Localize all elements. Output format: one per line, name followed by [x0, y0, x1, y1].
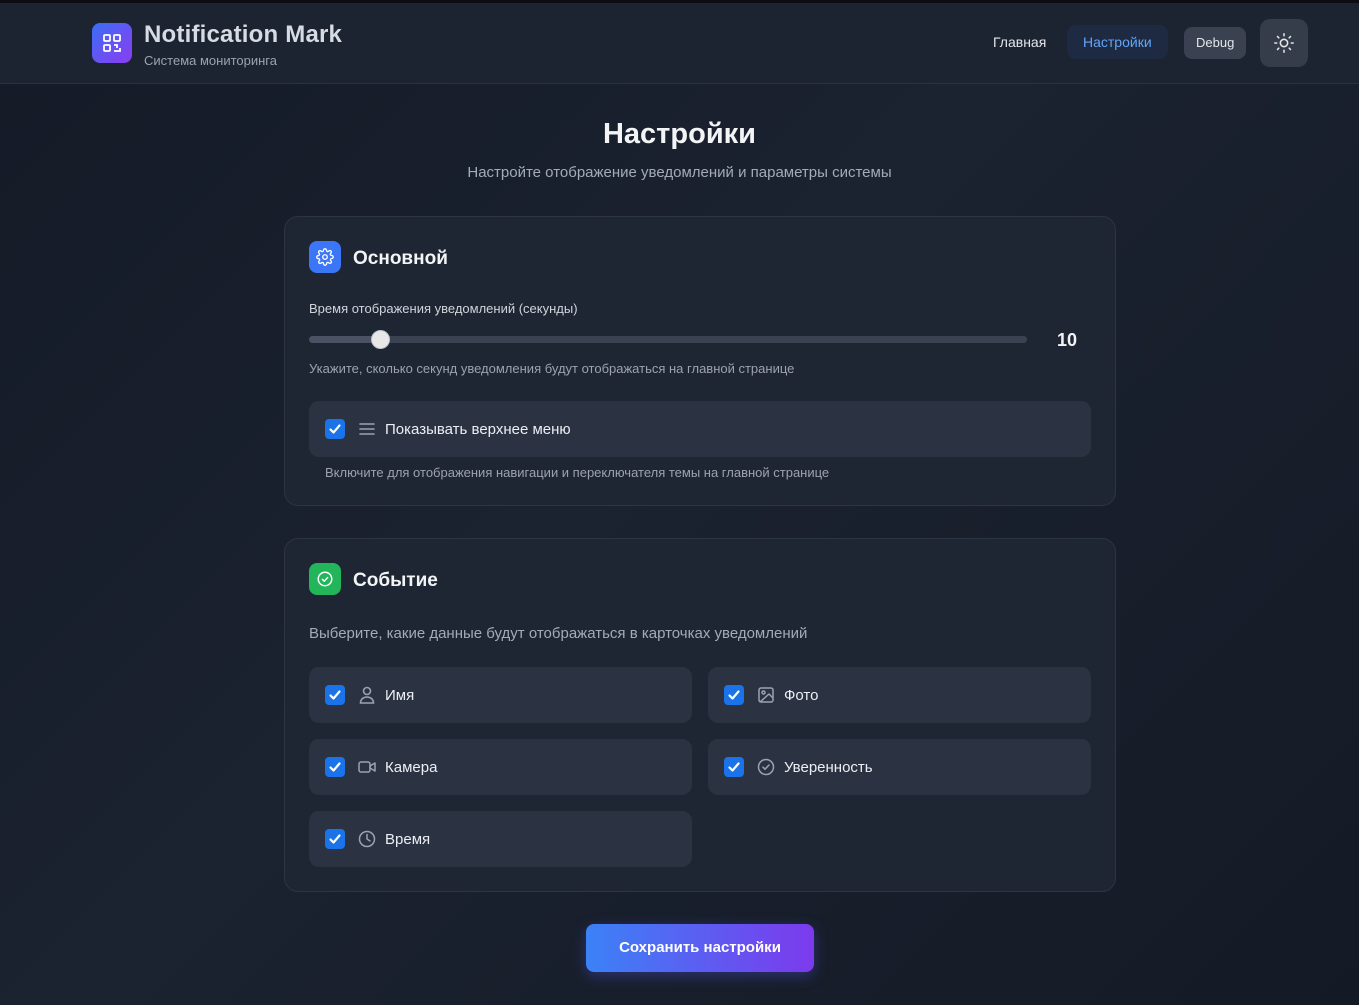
option-photo-checkbox[interactable] [724, 685, 744, 705]
option-photo-label: Фото [784, 687, 819, 704]
image-icon [757, 685, 775, 705]
nav-home-link[interactable]: Главная [977, 25, 1062, 59]
nav-settings-link[interactable]: Настройки [1067, 25, 1168, 59]
checkmark-icon [329, 762, 341, 772]
option-camera-checkbox[interactable] [325, 757, 345, 777]
duration-slider-fill [309, 336, 381, 343]
duration-slider[interactable] [309, 330, 1027, 349]
general-card-title: Основной [353, 248, 448, 269]
save-settings-button[interactable]: Сохранить настройки [586, 924, 814, 972]
app-logo[interactable] [92, 23, 132, 63]
checkmark-icon [329, 690, 341, 700]
option-name[interactable]: Имя [309, 667, 692, 723]
option-confidence[interactable]: Уверенность [708, 739, 1091, 795]
check-circle-icon [317, 571, 333, 587]
gear-icon [316, 248, 334, 266]
menu-lines-icon [358, 419, 376, 439]
option-camera[interactable]: Камера [309, 739, 692, 795]
option-name-checkbox[interactable] [325, 685, 345, 705]
sun-icon [1274, 33, 1294, 53]
theme-toggle-button[interactable] [1260, 19, 1308, 67]
duration-hint: Укажите, сколько секунд уведомления буду… [309, 361, 795, 376]
show-menu-option[interactable]: Показывать верхнее меню [309, 401, 1091, 457]
video-camera-icon [358, 757, 376, 777]
duration-label: Время отображения уведомлений (секунды) [309, 301, 578, 316]
app-subtitle: Система мониторинга [144, 53, 277, 68]
show-menu-hint: Включите для отображения навигации и пер… [325, 465, 830, 480]
general-card-icon [309, 241, 341, 273]
checkmark-icon [728, 762, 740, 772]
checkmark-icon [728, 690, 740, 700]
option-confidence-checkbox[interactable] [724, 757, 744, 777]
event-settings-card: Событие Выберите, какие данные будут ото… [284, 538, 1116, 892]
user-icon [358, 685, 376, 705]
page-subtitle: Настройте отображение уведомлений и пара… [467, 164, 892, 181]
qr-grid-icon [103, 34, 121, 52]
checkmark-icon [329, 834, 341, 844]
event-description: Выберите, какие данные будут отображатьс… [309, 625, 808, 642]
general-settings-card: Основной Время отображения уведомлений (… [284, 216, 1116, 506]
show-menu-label: Показывать верхнее меню [385, 421, 571, 438]
option-time-label: Время [385, 831, 431, 848]
option-confidence-label: Уверенность [784, 759, 873, 776]
option-camera-label: Камера [385, 759, 438, 776]
checkmark-icon [329, 424, 341, 434]
top-navbar: Notification Mark Система мониторинга Гл… [0, 3, 1359, 84]
check-circle-icon [757, 757, 775, 777]
show-menu-checkbox[interactable] [325, 419, 345, 439]
option-photo[interactable]: Фото [708, 667, 1091, 723]
option-time-checkbox[interactable] [325, 829, 345, 849]
option-time[interactable]: Время [309, 811, 692, 867]
page-title: Настройки [602, 118, 756, 150]
duration-value: 10 [1057, 330, 1078, 350]
app-title: Notification Mark [144, 21, 343, 48]
clock-icon [358, 829, 376, 849]
event-card-icon [309, 563, 341, 595]
event-card-title: Событие [353, 570, 438, 591]
duration-slider-thumb[interactable] [371, 330, 391, 349]
option-name-label: Имя [385, 687, 415, 704]
nav-debug-button[interactable]: Debug [1184, 27, 1247, 59]
